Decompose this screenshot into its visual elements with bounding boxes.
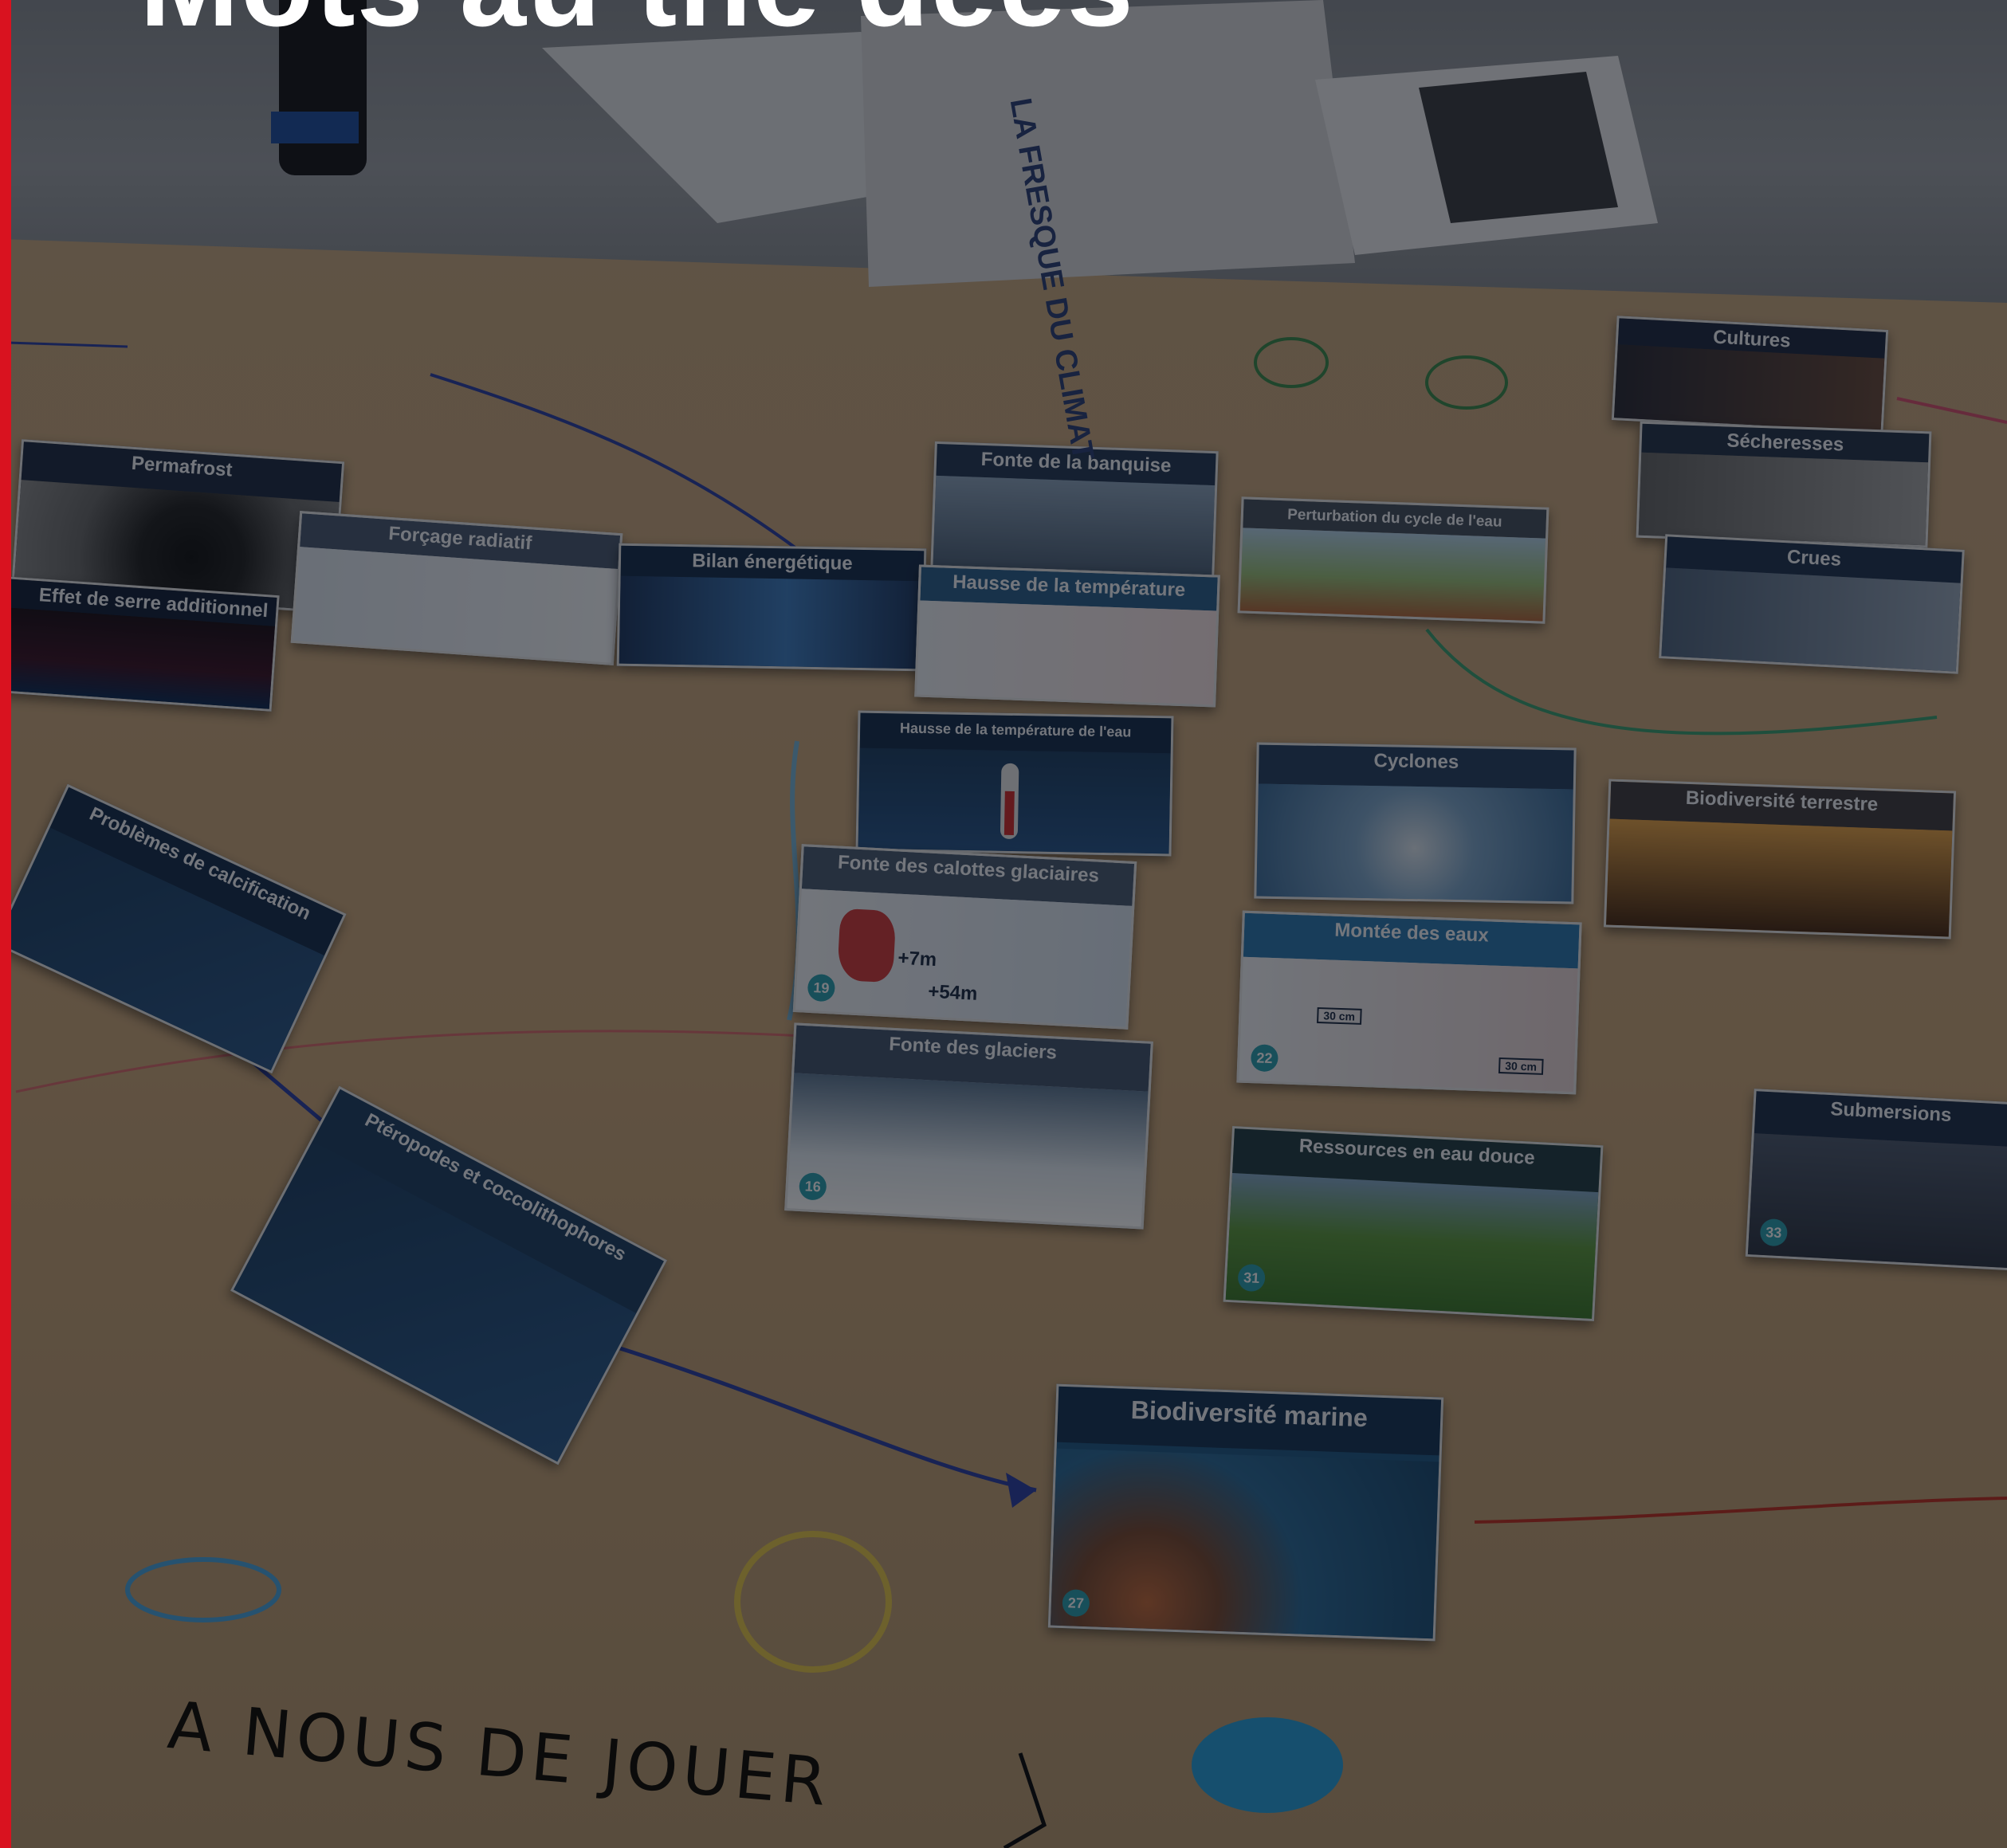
card-ressources-eau: Ressources en eau douce 31 [1223,1125,1604,1322]
card-image [1256,783,1573,902]
bottle-label [271,112,359,143]
card-image [787,1073,1149,1227]
card-image [917,600,1217,705]
card-image [1747,1133,2007,1269]
card-image [1050,1448,1439,1639]
card-submersions: Submersions 33 [1745,1089,2007,1271]
blue-cloud-doodle [1192,1717,1343,1813]
card-image [1239,528,1546,622]
sea-rise-label: +54m [927,980,979,1005]
card-biodiversite-terrestre: Biodiversité terrestre [1603,779,1957,940]
card-image [1605,818,1953,937]
card-montee-eaux: Montée des eaux 30 cm 30 cm 22 [1236,910,1582,1095]
accent-bar [0,0,11,1848]
card-cultures: Cultures [1611,316,1889,434]
card-bilan-energetique: Bilan énergétique [616,543,927,672]
card-cycle-eau: Perturbation du cycle de l'eau [1237,496,1549,624]
thermometer-fill [1004,791,1015,835]
sea-rise-label: +7m [897,947,937,971]
chart-marker: 30 cm [1498,1057,1544,1075]
card-hausse-temperature: Hausse de la température [914,564,1220,708]
card-fonte-calottes: Fonte des calottes glaciaires +7m +54m 1… [792,844,1137,1030]
card-forcage-radiatif: Forçage radiatif [290,511,623,665]
card-hausse-temperature-eau: Hausse de la température de l'eau [855,710,1174,857]
greenland-shape [836,908,897,983]
card-fonte-banquise: Fonte de la banquise [930,441,1219,580]
card-crues: Crues [1659,534,1965,674]
card-image [933,476,1216,578]
card-image [1661,567,1961,672]
card-cyclones: Cyclones [1254,742,1577,904]
card-image [1225,1172,1599,1319]
card-secheresses: Sécheresses [1636,421,1932,548]
card-image [619,576,924,669]
card-biodiversite-marine: Biodiversité marine 27 [1047,1383,1444,1642]
photo-stage: LA FRESQUE DU CLIMAT Permafrost Effet de… [0,0,2007,1848]
page-headline: Mots au the dees [139,0,1135,44]
card-fonte-glaciers: Fonte des glaciers 16 [784,1022,1153,1230]
card-image [1638,453,1929,546]
card-title: Cyclones [1258,744,1574,790]
truck-photo [1419,72,1618,223]
card-title: Bilan énergétique [620,545,925,582]
card-effet-de-serre: Effet de serre additionnel [0,576,280,712]
card-image [1613,343,1885,432]
chart-marker: 30 cm [1317,1006,1362,1025]
card-title: Hausse de la température de l'eau [859,712,1172,754]
card-title: Biodiversité marine [1056,1386,1442,1456]
